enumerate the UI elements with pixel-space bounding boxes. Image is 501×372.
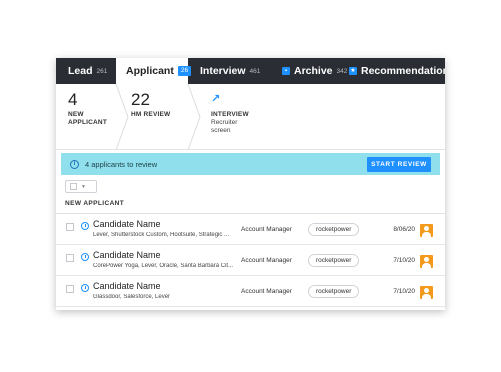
applied-date: 7/10/20	[393, 257, 415, 264]
tab-archive[interactable]: ▪ Archive 342	[282, 58, 347, 84]
tab-count-badge: 26	[177, 65, 192, 77]
candidate-name[interactable]: Candidate Name	[93, 219, 161, 229]
tab-applicant[interactable]: Applicant 26	[116, 58, 192, 84]
avatar[interactable]	[420, 255, 433, 268]
star-icon: ★	[349, 67, 357, 75]
bulk-select-dropdown[interactable]: ▼	[65, 180, 97, 193]
banner-text: 4 applicants to review	[85, 159, 158, 169]
tab-label: Interview	[200, 65, 246, 77]
stage-label: APPLICANT	[68, 119, 107, 126]
chevron-down-icon: ▼	[81, 183, 86, 190]
stage-count: 22	[131, 90, 150, 109]
pipeline-card: Lead 261 Applicant 26 Interview 461 ▪ Ar…	[56, 58, 445, 310]
stage-new-applicant[interactable]: 4 NEW APPLICANT	[68, 84, 116, 150]
candidate-sources: Glassdoor, Salesforce, Lever	[93, 294, 171, 300]
tab-label: Applicant	[126, 65, 174, 77]
stage-hm-review[interactable]: 22 HM REVIEW	[131, 84, 191, 150]
section-title: NEW APPLICANT	[65, 200, 125, 207]
candidate-name[interactable]: Candidate Name	[93, 281, 161, 291]
candidate-row[interactable]: Candidate Name Glassdoor, Salesforce, Le…	[56, 276, 445, 307]
clock-icon	[81, 222, 89, 230]
candidate-row[interactable]: Candidate Name CorePower Yoga, Lever, Or…	[56, 245, 445, 276]
start-review-button[interactable]: START REVIEW	[367, 157, 431, 172]
stage-tabs: Lead 261 Applicant 26 Interview 461 ▪ Ar…	[56, 58, 445, 84]
tab-lead[interactable]: Lead 261	[68, 58, 107, 84]
row-checkbox[interactable]	[66, 223, 74, 231]
candidate-name[interactable]: Candidate Name	[93, 250, 161, 260]
applied-date: 7/10/20	[393, 288, 415, 295]
candidate-row[interactable]: Candidate Name Lever, Shutterstock Custo…	[56, 214, 445, 245]
select-all-checkbox[interactable]	[70, 183, 77, 190]
applied-date: 8/06/20	[393, 226, 415, 233]
candidate-sources: Lever, Shutterstock Custom, Hootsuite, S…	[93, 232, 230, 238]
row-checkbox[interactable]	[66, 285, 74, 293]
clock-icon	[81, 253, 89, 261]
tab-label: Lead	[68, 65, 93, 77]
tab-interview[interactable]: Interview 461	[200, 58, 260, 84]
stage-sublabel: Recruiter	[211, 119, 238, 126]
stage-count: 4	[68, 90, 78, 109]
tag-pill[interactable]: rocketpower	[308, 223, 360, 236]
archive-icon: ▪	[282, 67, 290, 75]
job-title: Account Manager	[241, 226, 292, 233]
tag-pill[interactable]: rocketpower	[308, 254, 360, 267]
stage-label: HM REVIEW	[131, 111, 171, 118]
avatar[interactable]	[420, 224, 433, 237]
avatar[interactable]	[420, 286, 433, 299]
tag-pill[interactable]: rocketpower	[308, 285, 360, 298]
stage-summary: 4 NEW APPLICANT 22 HM REVIEW ↗ INTERVIEW…	[56, 84, 445, 150]
tab-count: 261	[96, 67, 108, 75]
candidate-sources: CorePower Yoga, Lever, Oracle, Santa Bar…	[93, 263, 234, 269]
review-banner: i 4 applicants to review START REVIEW	[61, 153, 440, 175]
job-title: Account Manager	[241, 257, 292, 264]
tab-count: 461	[249, 67, 261, 75]
stage-label: INTERVIEW	[211, 111, 249, 118]
tab-label: Recommendations	[361, 65, 445, 77]
tab-label: Archive	[294, 65, 333, 77]
stage-label: NEW	[68, 111, 84, 118]
tab-recommendations[interactable]: ★ Recommendations	[349, 58, 445, 84]
stage-interview[interactable]: ↗ INTERVIEW Recruiter screen	[211, 84, 291, 150]
info-icon: i	[70, 159, 79, 169]
arrow-up-right-icon: ↗	[211, 93, 221, 105]
job-title: Account Manager	[241, 288, 292, 295]
clock-icon	[81, 284, 89, 292]
stage-sublabel: screen	[211, 127, 231, 134]
row-checkbox[interactable]	[66, 254, 74, 262]
tab-count: 342	[336, 67, 348, 75]
